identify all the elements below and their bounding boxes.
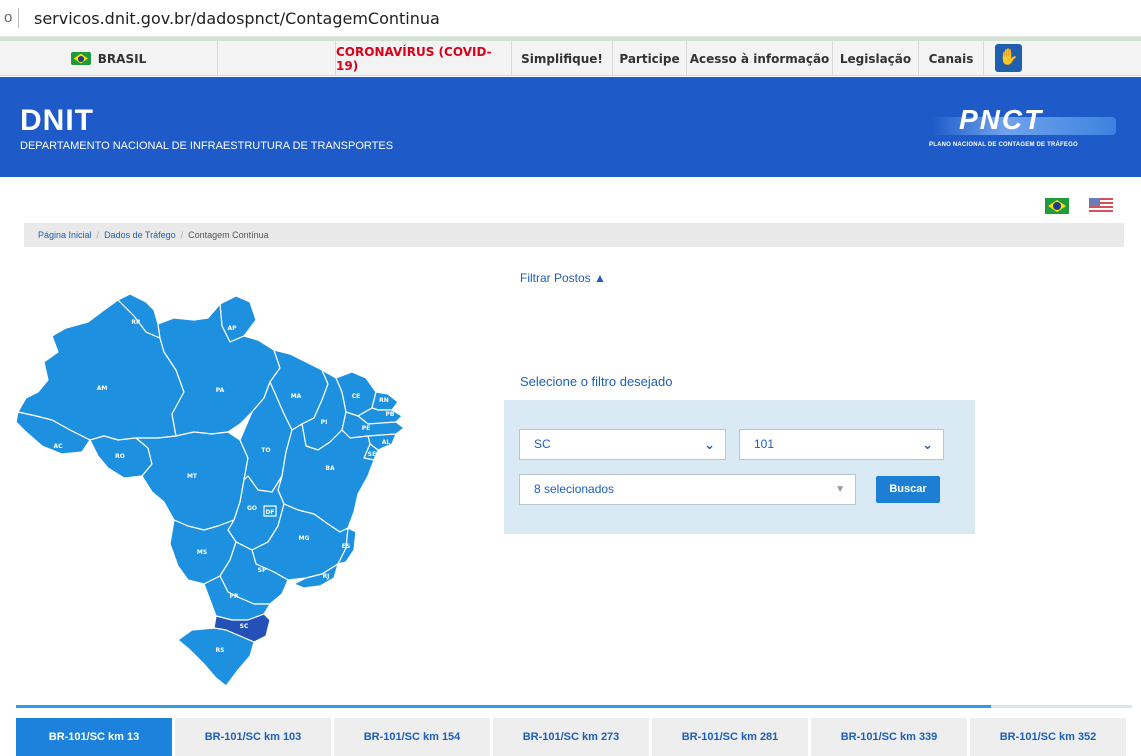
br-select[interactable]: 101 ⌄ [739,429,944,460]
accessibility-icon[interactable]: ✋ [995,44,1022,72]
tab-fragment: o [4,9,13,26]
state-rs[interactable] [177,627,255,687]
caret-down-icon: ▼ [835,484,845,495]
gov-link-covid[interactable]: CORONAVÍRUS (COVID-19) [335,41,511,76]
map-label-rs: RS [216,647,225,654]
tabs-progress-line [16,705,991,708]
pnct-logo[interactable]: PNCT [959,104,1043,136]
map-label-rn: RN [379,397,389,404]
uf-select-value: SC [534,437,551,451]
filter-heading: Selecione o filtro desejado [520,374,673,389]
browser-url-bar: o servicos.dnit.gov.br/dadospnct/Contage… [0,0,1141,37]
map-label-ma: MA [291,393,302,400]
breadcrumb-home[interactable]: Página Inicial [38,230,92,240]
map-label-pe: PE [362,425,371,432]
map-label-sp: SP [258,567,267,574]
breadcrumb: Página Inicial / Dados de Tráfego / Contagem… [24,223,1124,247]
chevron-down-icon: ⌄ [704,437,715,452]
postos-select-value: 8 selecionados [534,482,615,496]
tab-br101-km103[interactable]: BR-101/SC km 103 [175,718,331,756]
map-label-pb: PB [386,411,395,418]
gov-link-participe[interactable]: Participe [612,41,686,76]
gov-link-legislacao[interactable]: Legislação [832,41,918,76]
map-label-se: SE [368,451,376,458]
br-select-value: 101 [754,437,775,451]
pnct-logo-subtitle: PLANO NACIONAL DE CONTAGEM DE TRÁFEGO [929,142,1078,148]
map-label-ac: AC [53,443,63,450]
tab-br101-km154[interactable]: BR-101/SC km 154 [334,718,490,756]
map-label-am: AM [97,385,108,392]
chevron-down-icon: ⌄ [922,437,933,452]
tab-br101-km339[interactable]: BR-101/SC km 339 [811,718,967,756]
map-label-sc: SC [240,623,249,630]
tabs-progress-track [991,705,1132,708]
filter-panel [504,400,975,534]
map-label-rr: RR [131,319,141,326]
map-label-al: AL [382,439,391,446]
site-header: DNIT DEPARTAMENTO NACIONAL DE INFRAESTRU… [0,77,1141,177]
map-label-mg: MG [299,535,310,542]
map-label-es: ES [342,543,350,550]
breadcrumb-section[interactable]: Dados de Tráfego [104,230,176,240]
gov-link-canais[interactable]: Canais [918,41,984,76]
site-subtitle: DEPARTAMENTO NACIONAL DE INFRAESTRUTURA … [20,140,394,152]
uf-select[interactable]: SC ⌄ [519,429,726,460]
map-label-to: TO [261,447,270,454]
brasil-label: BRASIL [97,51,147,66]
brazil-flag-icon [70,52,91,65]
language-en-flag-icon[interactable] [1089,198,1113,214]
map-label-pr: PR [229,593,238,600]
map-label-pi: PI [321,419,328,426]
language-pt-flag-icon[interactable] [1045,198,1069,214]
map-label-ap: AP [227,325,237,332]
tab-br101-km281[interactable]: BR-101/SC km 281 [652,718,808,756]
gov-link-acesso[interactable]: Acesso à informação [686,41,832,76]
map-label-pa: PA [216,387,225,394]
gov-bar: BRASIL CORONAVÍRUS (COVID-19) Simplifiqu… [0,41,1141,76]
map-label-df: DF [265,509,274,516]
breadcrumb-current: Contagem Contínua [188,230,269,240]
map-label-ce: CE [352,393,361,400]
site-title[interactable]: DNIT [20,104,94,138]
map-label-ba: BA [325,465,335,472]
brazil-map[interactable]: RR AP AM PA MA CE RN PB PE AL SE PI AC R… [8,280,428,690]
gov-link-simplifique[interactable]: Simplifique! [511,41,612,76]
brasil-link[interactable]: BRASIL [0,41,217,76]
map-label-mt: MT [187,473,198,480]
search-button[interactable]: Buscar [876,476,940,503]
tab-br101-km13[interactable]: BR-101/SC km 13 [16,718,172,756]
tab-br101-km352[interactable]: BR-101/SC km 352 [970,718,1126,756]
map-label-ms: MS [197,549,207,556]
map-label-go: GO [247,505,257,512]
address-input[interactable]: servicos.dnit.gov.br/dadospnct/ContagemC… [34,9,440,28]
gov-spacer [217,41,218,76]
state-mt[interactable] [135,431,249,531]
map-label-ro: RO [115,453,125,460]
map-label-rj: RJ [323,573,330,580]
filter-toggle-link[interactable]: Filtrar Postos ▲ [520,271,606,285]
postos-multiselect[interactable]: 8 selecionados ▼ [519,474,856,505]
tab-br101-km273[interactable]: BR-101/SC km 273 [493,718,649,756]
url-separator [18,8,19,28]
